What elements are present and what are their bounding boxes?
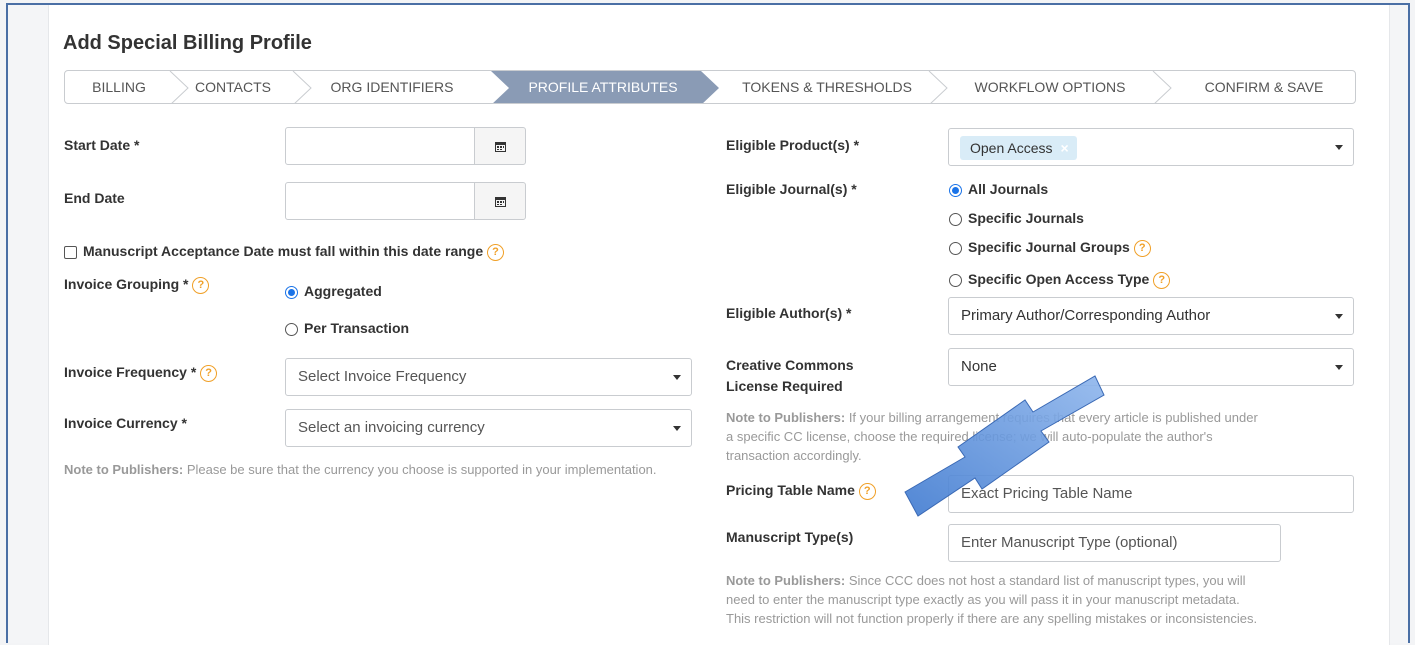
- annotation-arrow-overlay: [904, 375, 1105, 517]
- annotation-arrow: [904, 375, 1105, 517]
